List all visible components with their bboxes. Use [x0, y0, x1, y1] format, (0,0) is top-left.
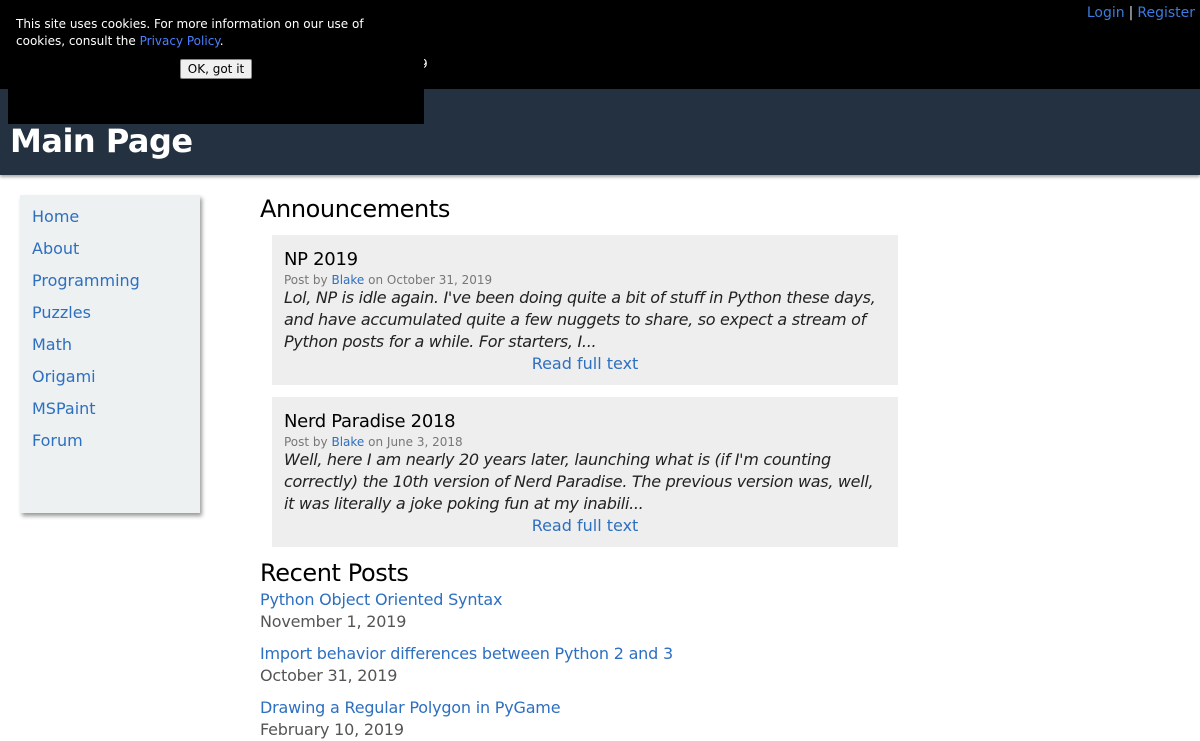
- sidebar-item-origami: Origami: [32, 365, 200, 397]
- sidebar-item-programming: Programming: [32, 269, 200, 301]
- sidebar-item-math: Math: [32, 333, 200, 365]
- announcements-heading: Announcements: [260, 195, 450, 223]
- post-by-label: Post by: [284, 273, 328, 287]
- announcement-card: Nerd Paradise 2018 Post by Blake on June…: [272, 397, 898, 547]
- recent-post-item: Import behavior differences between Pyth…: [260, 643, 900, 687]
- announcement-excerpt: Lol, NP is idle again. I've been doing q…: [284, 288, 876, 351]
- sidebar-item-about: About: [32, 237, 200, 269]
- auth-links: Login | Register: [1087, 5, 1195, 21]
- page-title: Main Page: [10, 122, 193, 160]
- author-link[interactable]: Blake: [331, 273, 364, 287]
- auth-separator: |: [1128, 5, 1134, 21]
- read-more-row: Read full text: [284, 515, 886, 537]
- post-by-label: Post by: [284, 435, 328, 449]
- cookie-period: .: [219, 34, 224, 48]
- announcement-title: Nerd Paradise 2018: [284, 411, 456, 432]
- announcement-meta: Post by Blake on June 3, 2018: [284, 435, 886, 449]
- main-content: Announcements NP 2019 Post by Blake on O…: [260, 195, 900, 741]
- read-full-text-link[interactable]: Read full text: [532, 516, 639, 535]
- recent-posts-heading: Recent Posts: [260, 559, 409, 587]
- sidebar-item-mspaint: MSPaint: [32, 397, 200, 429]
- recent-post-item: Drawing a Regular Polygon in PyGame Febr…: [260, 697, 900, 741]
- register-link[interactable]: Register: [1137, 5, 1195, 21]
- post-date: June 3, 2018: [386, 435, 463, 449]
- cookie-message: This site uses cookies. For more informa…: [16, 16, 406, 50]
- sidebar-link-home[interactable]: Home: [32, 207, 79, 226]
- announcement-excerpt: Well, here I am nearly 20 years later, l…: [284, 450, 874, 513]
- sidebar-link-puzzles[interactable]: Puzzles: [32, 303, 91, 322]
- recent-post-link[interactable]: Import behavior differences between Pyth…: [260, 643, 900, 665]
- privacy-policy-link[interactable]: Privacy Policy: [140, 34, 220, 48]
- recent-post-item: Python Object Oriented Syntax November 1…: [260, 589, 900, 633]
- recent-post-link[interactable]: Drawing a Regular Polygon in PyGame: [260, 697, 900, 719]
- recent-post-date: October 31, 2019: [260, 666, 398, 685]
- on-label: on: [368, 273, 384, 287]
- sidebar-link-origami[interactable]: Origami: [32, 367, 96, 386]
- cookie-accept-button[interactable]: OK, got it: [180, 59, 252, 79]
- login-link[interactable]: Login: [1087, 5, 1125, 21]
- announcement-card: NP 2019 Post by Blake on October 31, 201…: [272, 235, 898, 385]
- cookie-banner: This site uses cookies. For more informa…: [8, 0, 424, 124]
- sidebar-link-programming[interactable]: Programming: [32, 271, 140, 290]
- sidebar-link-forum[interactable]: Forum: [32, 431, 83, 450]
- sidebar-item-puzzles: Puzzles: [32, 301, 200, 333]
- read-full-text-link[interactable]: Read full text: [532, 354, 639, 373]
- author-link[interactable]: Blake: [331, 435, 364, 449]
- recent-post-date: February 10, 2019: [260, 720, 404, 739]
- sidebar-item-forum: Forum: [32, 429, 200, 461]
- sidebar-item-home: Home: [32, 205, 200, 237]
- on-label: on: [368, 435, 384, 449]
- sidebar-link-mspaint[interactable]: MSPaint: [32, 399, 96, 418]
- recent-post-link[interactable]: Python Object Oriented Syntax: [260, 589, 900, 611]
- announcement-title: NP 2019: [284, 249, 358, 270]
- sidebar-link-math[interactable]: Math: [32, 335, 72, 354]
- sidebar-link-about[interactable]: About: [32, 239, 79, 258]
- read-more-row: Read full text: [284, 353, 886, 375]
- post-date: October 31, 2019: [386, 273, 493, 287]
- sidebar-nav: Home About Programming Puzzles Math Orig…: [20, 195, 200, 513]
- recent-post-date: November 1, 2019: [260, 612, 407, 631]
- announcement-meta: Post by Blake on October 31, 2019: [284, 273, 886, 287]
